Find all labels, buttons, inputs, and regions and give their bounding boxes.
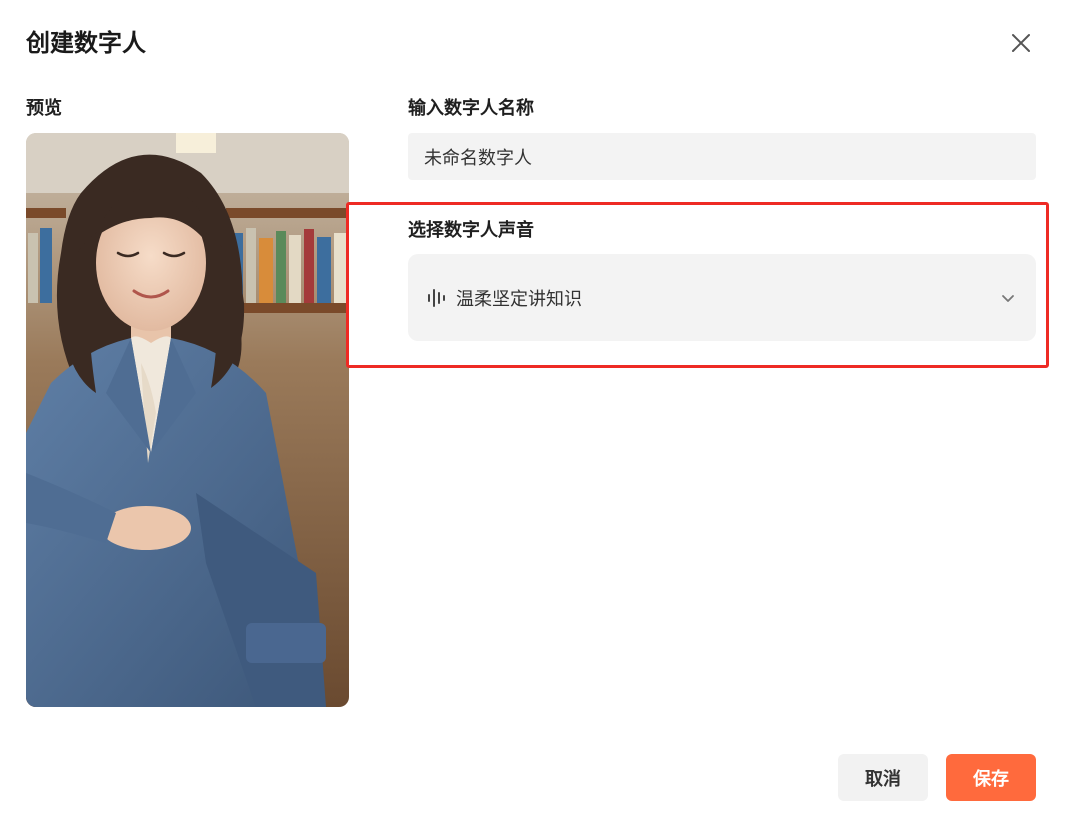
voice-select[interactable]: 温柔坚定讲知识 bbox=[408, 254, 1036, 341]
cancel-button[interactable]: 取消 bbox=[838, 754, 928, 801]
close-button[interactable] bbox=[1006, 28, 1036, 58]
dialog-title: 创建数字人 bbox=[26, 29, 146, 57]
preview-label: 预览 bbox=[26, 98, 62, 119]
save-button[interactable]: 保存 bbox=[946, 754, 1036, 801]
voice-field-label: 选择数字人声音 bbox=[408, 220, 534, 241]
create-digital-human-dialog: 创建数字人 预览 输入数字人名称 未命名数字人 选择数字人声音 温柔坚定讲知识 … bbox=[0, 0, 1080, 832]
voice-selected-value: 温柔坚定讲知识 bbox=[456, 288, 582, 310]
avatar-preview-image bbox=[26, 133, 349, 707]
chevron-down-icon bbox=[998, 288, 1018, 308]
soundwave-icon bbox=[426, 287, 448, 309]
name-field-label: 输入数字人名称 bbox=[408, 98, 534, 119]
name-input[interactable] bbox=[408, 133, 1036, 180]
close-icon bbox=[1012, 34, 1030, 52]
